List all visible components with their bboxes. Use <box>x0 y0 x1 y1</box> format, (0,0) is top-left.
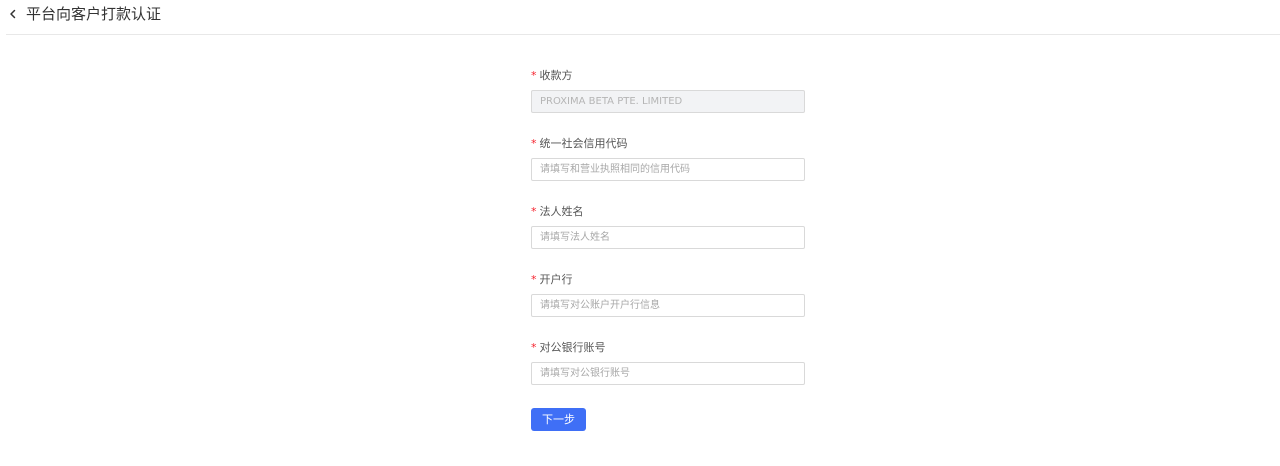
bank-account-field: * 对公银行账号 <box>531 340 805 386</box>
back-button[interactable] <box>6 6 20 22</box>
legal-person-field: * 法人姓名 <box>531 204 805 250</box>
required-mark: * <box>531 273 537 286</box>
bank-field: * 开户行 <box>531 272 805 318</box>
required-mark: * <box>531 137 537 150</box>
bank-input[interactable] <box>531 294 805 317</box>
chevron-left-icon <box>10 9 16 19</box>
credit-code-label-text: 统一社会信用代码 <box>539 137 628 150</box>
payee-input <box>531 90 805 113</box>
legal-person-input[interactable] <box>531 226 805 249</box>
bank-label: * 开户行 <box>531 272 573 288</box>
credit-code-label: * 统一社会信用代码 <box>531 136 628 152</box>
next-step-button[interactable]: 下一步 <box>531 408 586 431</box>
payee-label-text: 收款方 <box>539 69 573 82</box>
required-mark: * <box>531 69 537 82</box>
legal-person-label: * 法人姓名 <box>531 204 584 220</box>
page-title: 平台向客户打款认证 <box>26 5 162 23</box>
credit-code-input[interactable] <box>531 158 805 181</box>
payee-label: * 收款方 <box>531 68 573 84</box>
payee-field: * 收款方 <box>531 68 805 114</box>
bank-account-label: * 对公银行账号 <box>531 340 606 356</box>
credit-code-field: * 统一社会信用代码 <box>531 136 805 182</box>
page-header: 平台向客户打款认证 <box>0 0 1280 34</box>
header-divider <box>6 34 1280 35</box>
required-mark: * <box>531 205 537 218</box>
legal-person-label-text: 法人姓名 <box>539 205 584 218</box>
bank-account-label-text: 对公银行账号 <box>539 341 606 354</box>
bank-account-input[interactable] <box>531 362 805 385</box>
required-mark: * <box>531 341 537 354</box>
bank-label-text: 开户行 <box>539 273 573 286</box>
